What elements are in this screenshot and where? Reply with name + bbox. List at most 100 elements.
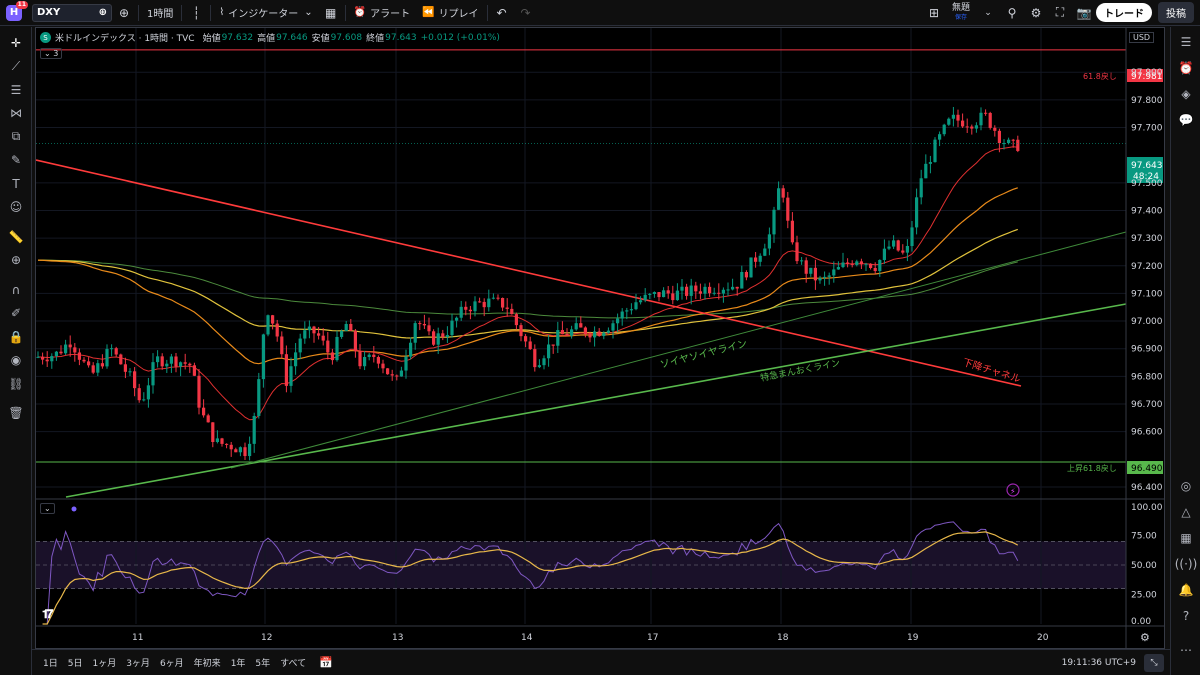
candle-body — [648, 293, 652, 295]
candle-body — [510, 308, 514, 315]
annotation-soiya[interactable]: ソイヤソイヤライン — [659, 338, 749, 371]
indicators-button[interactable]: ⌇ インジケーター ⌄ — [213, 0, 318, 26]
camera-icon[interactable]: 📷 — [1072, 2, 1096, 24]
soiya-line[interactable] — [230, 231, 1127, 469]
templates-grid-icon[interactable]: ▦ — [319, 2, 343, 24]
more-dots-icon[interactable]: ⋯ — [1171, 637, 1200, 663]
signal-icon[interactable]: ((·)) — [1171, 551, 1200, 577]
scale-settings-icon[interactable]: ⚙ — [1140, 631, 1150, 644]
chart-canvas[interactable]: ソイヤソイヤライン 特急まんおくライン 下降チャネル 61.8戻し 97.981… — [36, 28, 1165, 649]
watchlist-icon[interactable]: ☰ — [1171, 29, 1200, 55]
candle-body — [473, 301, 477, 312]
zoom-in-icon[interactable]: ⊕ — [0, 249, 32, 273]
candle-body — [266, 315, 270, 335]
idea-icon[interactable]: △ — [1171, 499, 1200, 525]
candle-body — [41, 356, 45, 360]
fullscreen-icon[interactable]: ⛶ — [1048, 2, 1072, 24]
candle-body — [441, 333, 445, 337]
range-button[interactable]: 1ヶ月 — [87, 656, 121, 669]
range-button[interactable]: 1日 — [38, 656, 63, 669]
bell-icon[interactable]: 🔔 — [1171, 577, 1200, 603]
replay-button[interactable]: ⏪ リプレイ — [416, 0, 484, 26]
calendar-icon[interactable]: ▦ — [1171, 525, 1200, 551]
candle-body — [238, 447, 242, 453]
range-button[interactable]: すべて — [275, 656, 311, 669]
candle-body — [588, 334, 592, 338]
post-button[interactable]: 投稿 — [1158, 2, 1194, 23]
emoji-icon[interactable]: ☺ — [0, 196, 32, 220]
prediction-icon[interactable]: ⧉ — [0, 125, 32, 149]
annotation-down-channel[interactable]: 下降チャネル — [961, 355, 1022, 385]
rsi-axis[interactable]: 100.00 75.00 50.00 25.00 0.00 — [1131, 503, 1163, 627]
calendar-range-icon[interactable]: 📅 — [319, 656, 333, 669]
candle-body — [77, 352, 81, 360]
eye-icon[interactable]: ◉ — [0, 349, 32, 373]
crosshair-icon[interactable]: ✛ — [0, 31, 32, 55]
layers-icon[interactable]: ◈ — [1171, 81, 1200, 107]
chart-pane[interactable]: ソイヤソイヤライン 特急まんおくライン 下降チャネル 61.8戻し 97.981… — [35, 27, 1165, 649]
candle-body — [758, 255, 762, 262]
price-axis[interactable]: 97.900 97.800 97.700 97.500 97.400 97.300 97.2… — [1131, 68, 1163, 493]
tradingview-logo-icon: 𝟏𝟕 — [42, 607, 53, 621]
range-button[interactable]: 5年 — [250, 656, 275, 669]
candle-body — [100, 363, 104, 367]
candle-body — [694, 285, 698, 292]
layout-grid-icon[interactable]: ⊞ — [922, 2, 946, 24]
price-tick-label: 96.600 — [1131, 428, 1163, 438]
auto-scale-icon[interactable]: ⤡ — [1144, 653, 1164, 672]
link-icon[interactable]: ⛓ — [0, 372, 32, 396]
range-button[interactable]: 6ヶ月 — [155, 656, 189, 669]
chart-legend[interactable]: S 米ドルインデックス · 1時間 · TVC 始値 97.632 高値 97.64… — [40, 31, 504, 44]
user-avatar[interactable]: H 11 — [6, 0, 28, 21]
trend-line-icon[interactable]: ⟋ — [0, 55, 32, 79]
indicator-collapse-toggle[interactable]: ⌄ 3 — [40, 48, 63, 59]
quick-search-icon[interactable]: ⚲ — [1000, 2, 1024, 24]
rsi-pane-toggle[interactable]: ⌄ — [40, 503, 55, 514]
lock-icon[interactable]: 🔒 — [0, 325, 32, 349]
lock-drawing-icon[interactable]: ✐ — [0, 302, 32, 326]
candle-body — [252, 415, 256, 444]
range-button[interactable]: 年初来 — [189, 656, 226, 669]
range-button[interactable]: 1年 — [226, 656, 251, 669]
interval-button[interactable]: 1時間 — [141, 0, 179, 26]
target-icon[interactable]: ◎ — [1171, 473, 1200, 499]
candle-body — [602, 332, 606, 337]
clock[interactable]: 19:11:36 UTC+9 — [1062, 658, 1136, 668]
candle-body — [487, 298, 491, 308]
trash-icon[interactable]: 🗑 — [0, 402, 32, 426]
down-channel-line[interactable] — [36, 159, 1022, 387]
magnet-icon[interactable]: ∩ — [0, 278, 32, 302]
candle-body — [846, 262, 850, 264]
range-button[interactable]: 3ヶ月 — [121, 656, 155, 669]
candle-body — [528, 341, 532, 350]
alert-button[interactable]: ⏰ アラート — [348, 0, 416, 26]
rsi-tick-label: 100.00 — [1131, 503, 1163, 513]
undo-icon[interactable]: ↶ — [490, 2, 514, 24]
range-button[interactable]: 5日 — [63, 656, 88, 669]
candle-body — [974, 125, 978, 129]
alarm-clock-icon[interactable]: ⏰ — [1171, 55, 1200, 81]
time-tick-label: 20 — [1037, 633, 1049, 643]
ruler-icon[interactable]: 📏 — [0, 225, 32, 249]
pattern-icon[interactable]: ⋈ — [0, 102, 32, 126]
candle-body — [524, 336, 528, 342]
candle-body — [307, 326, 311, 331]
settings-gear-icon[interactable]: ⚙ — [1024, 2, 1048, 24]
fib-retracement-icon[interactable]: ☰ — [0, 78, 32, 102]
help-icon[interactable]: ? — [1171, 603, 1200, 629]
time-axis[interactable]: 11 12 13 14 17 18 19 20 — [132, 633, 1049, 643]
compare-add-icon[interactable]: ⊕ — [112, 2, 136, 24]
chat-icon[interactable]: 💬 — [1171, 107, 1200, 133]
candle-body — [703, 286, 707, 294]
brush-icon[interactable]: ✎ — [0, 149, 32, 173]
layout-name-button[interactable]: 無題 保存 — [946, 0, 976, 26]
layout-name: 無題 — [951, 2, 970, 13]
symbol-search[interactable]: DXY ⊕ — [32, 3, 112, 22]
text-icon[interactable]: T — [0, 172, 32, 196]
chevron-down-icon[interactable]: ⌄ — [976, 2, 1000, 24]
trade-button[interactable]: トレード — [1096, 3, 1152, 22]
currency-selector[interactable]: USD — [1129, 32, 1155, 43]
candle-style-icon[interactable]: ┆ — [184, 2, 208, 24]
annotation-rapid[interactable]: 特急まんおくライン — [759, 357, 841, 384]
redo-icon[interactable]: ↷ — [514, 2, 538, 24]
